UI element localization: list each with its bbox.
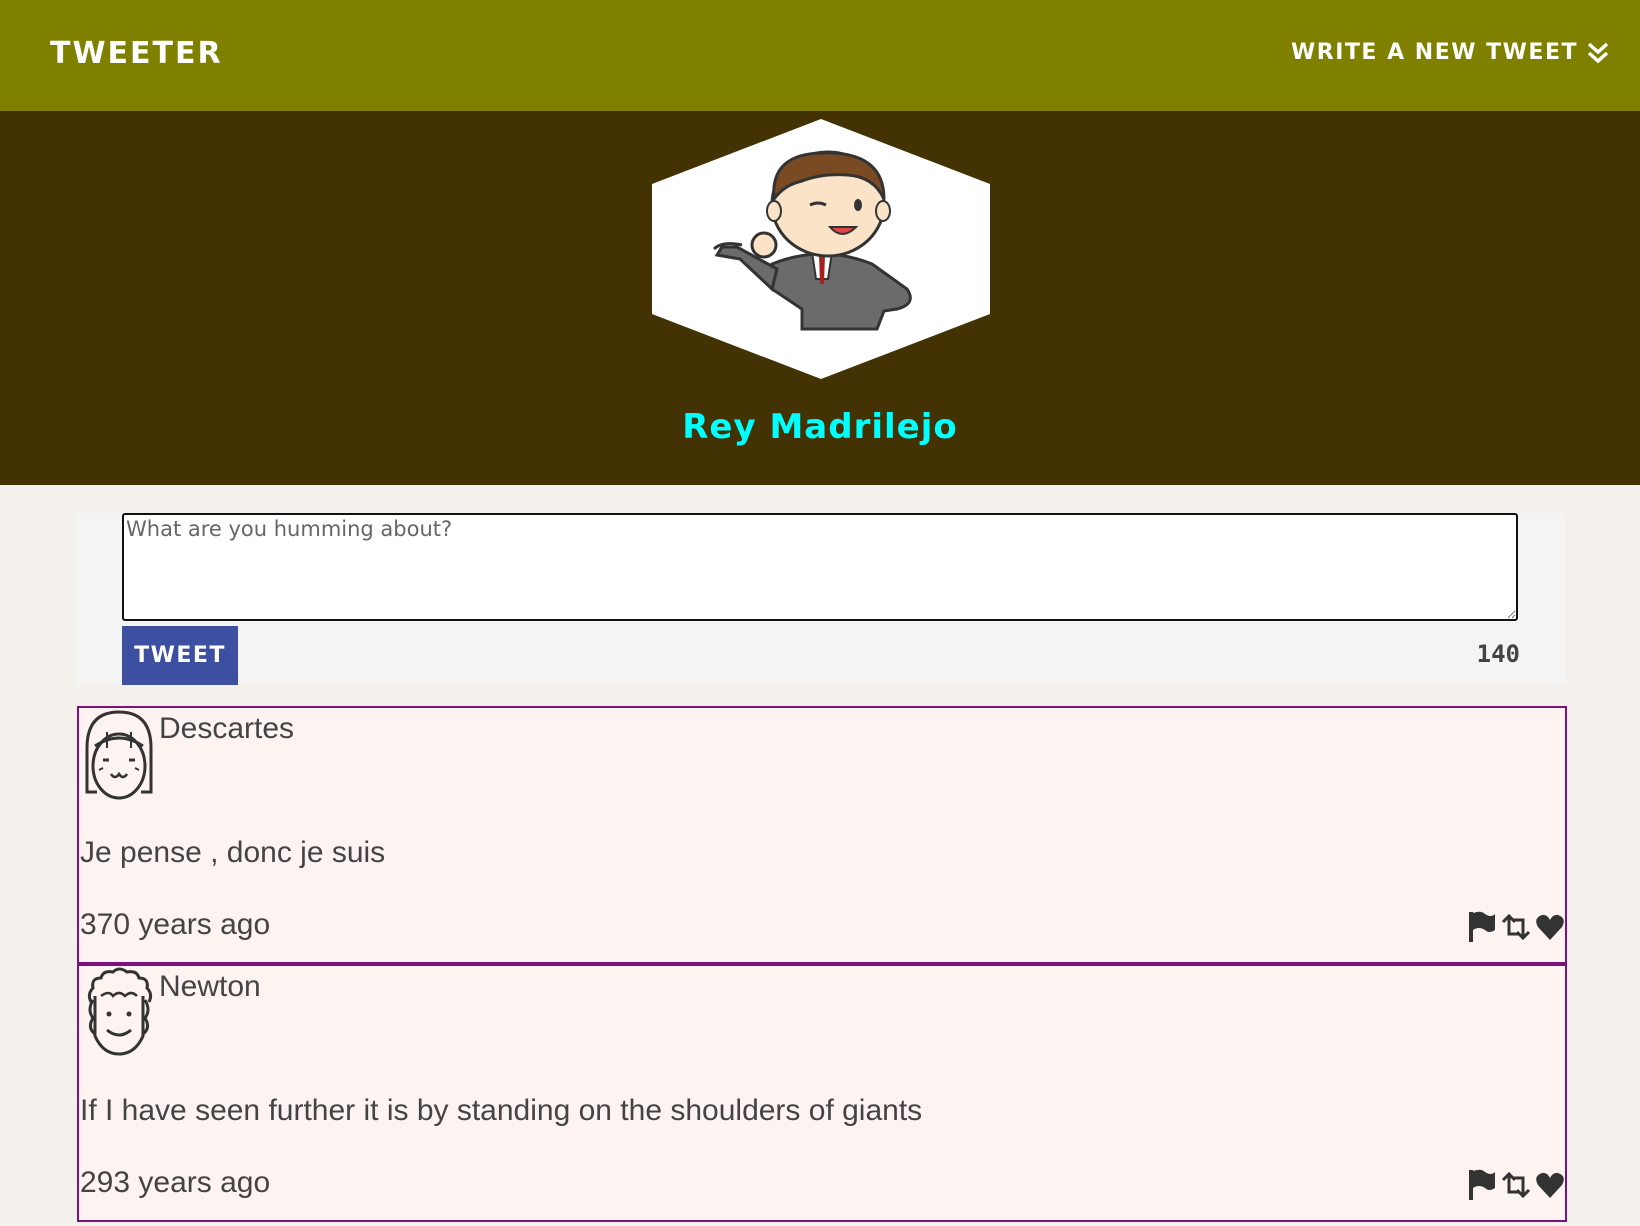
tweet-actions — [1467, 910, 1565, 949]
brand-logo[interactable]: Tweeter — [50, 36, 223, 71]
tweet-author[interactable]: Descartes — [159, 712, 294, 746]
profile-name: Rey Madrilejo — [682, 407, 958, 447]
write-new-tweet-link[interactable]: Write a new tweet — [1291, 40, 1610, 65]
tweet-card: Descartes Je pense , donc je suis 370 ye… — [77, 706, 1567, 964]
tweet-card: Newton If I have seen further it is by s… — [77, 964, 1567, 1222]
tweet-timestamp: 370 years ago — [80, 908, 271, 941]
character-counter: 140 — [1476, 640, 1520, 668]
tweet-submit-button[interactable]: Tweet — [122, 626, 238, 685]
tweet-composer: Tweet 140 — [77, 513, 1565, 685]
girl-face-avatar — [85, 710, 153, 800]
retweet-icon[interactable] — [1499, 1170, 1533, 1205]
tweet-content: If I have seen further it is by standing… — [80, 1094, 923, 1127]
tweet-timestamp: 293 years ago — [80, 1166, 271, 1199]
profile-avatar — [652, 119, 990, 379]
tweet-author[interactable]: Newton — [159, 970, 261, 1004]
heart-icon[interactable] — [1535, 1170, 1565, 1205]
retweet-icon[interactable] — [1499, 912, 1533, 947]
tweet-actions — [1467, 1168, 1565, 1207]
heart-icon[interactable] — [1535, 912, 1565, 947]
curly-hair-face-avatar — [87, 967, 153, 1056]
top-nav: Tweeter Write a new tweet — [0, 0, 1640, 111]
tweet-content: Je pense , donc je suis — [80, 836, 386, 869]
write-new-tweet-label: Write a new tweet — [1291, 40, 1578, 65]
double-chevron-down-icon — [1587, 42, 1609, 63]
tweet-input[interactable] — [122, 513, 1518, 621]
flag-icon[interactable] — [1467, 910, 1497, 949]
profile-header: Rey Madrilejo — [0, 111, 1640, 485]
flag-icon[interactable] — [1467, 1168, 1497, 1207]
